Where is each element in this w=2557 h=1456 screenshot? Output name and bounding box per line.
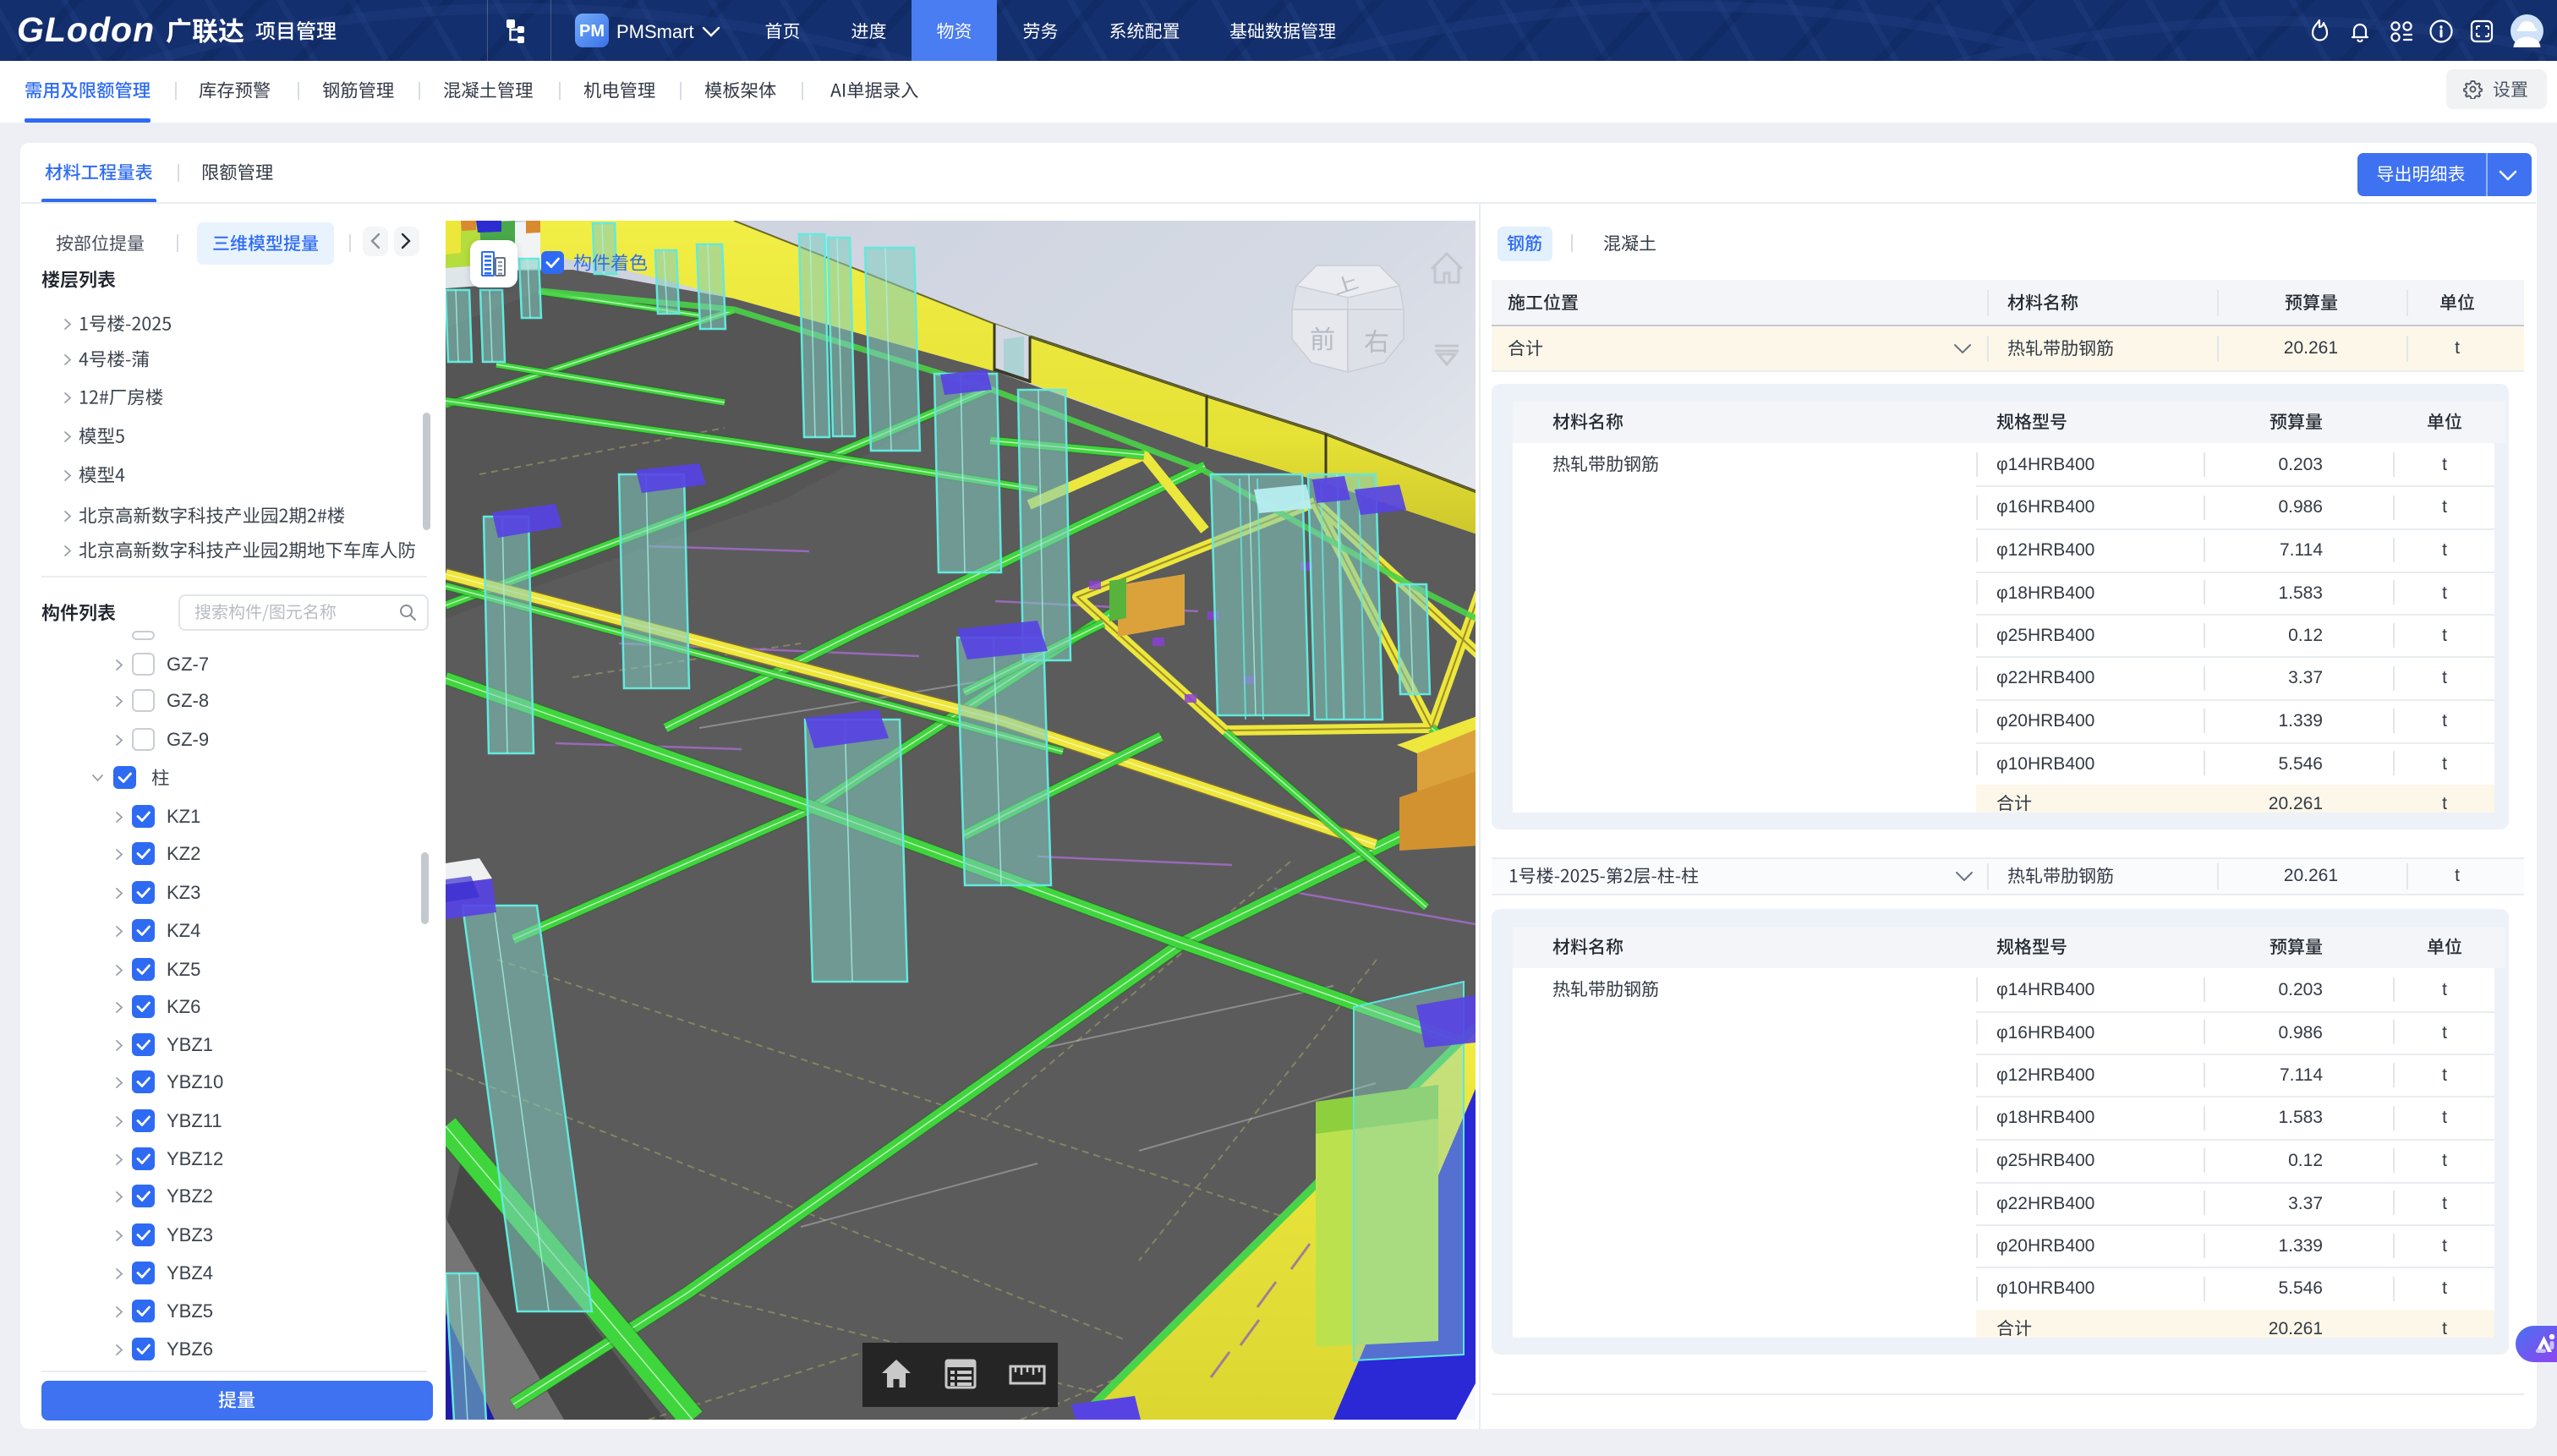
- svg-text:PM: PM: [579, 22, 605, 41]
